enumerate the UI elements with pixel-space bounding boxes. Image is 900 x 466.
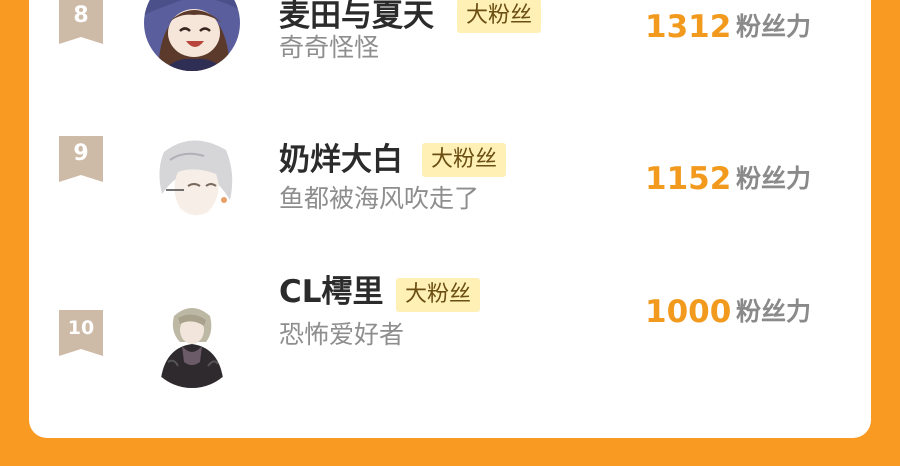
rank-ribbon-icon: 8 (59, 0, 103, 44)
rank-number: 9 (73, 141, 89, 166)
rank-ribbon-icon: 9 (59, 136, 103, 182)
fan-power-score: 1152 (645, 161, 732, 197)
leaderboard-row[interactable]: 9 奶烊大白 大粉丝 鱼都被海风吹走了 1152 粉丝力 (29, 100, 871, 226)
leaderboard-row[interactable]: 10 CL樗里 大粉丝 恐怖爱好者 1000 粉丝力 (29, 250, 871, 388)
user-signature: 鱼都被海风吹走了 (279, 184, 480, 213)
anime-girl-witch-hat-avatar-icon[interactable] (144, 0, 240, 71)
rank-number: 8 (73, 3, 89, 28)
username[interactable]: CL樗里 (279, 272, 384, 312)
username[interactable]: 麦田与夏天 (279, 0, 434, 36)
fan-level-badge: 大粉丝 (396, 278, 481, 312)
fan-power-score: 1312 (645, 9, 732, 45)
fan-power-unit: 粉丝力 (736, 164, 812, 193)
anime-dark-coat-man-avatar-icon[interactable] (144, 292, 240, 388)
user-signature: 奇奇怪怪 (279, 33, 380, 62)
fan-level-badge: 大粉丝 (422, 143, 507, 177)
username[interactable]: 奶烊大白 (279, 140, 403, 180)
fans-leaderboard-card: 8 麦田与夏天 大粉丝 奇奇怪怪 1312 粉丝力 9 奶烊大白 大粉丝 鱼都被… (29, 0, 871, 438)
leaderboard-row[interactable]: 8 麦田与夏天 大粉丝 奇奇怪怪 1312 粉丝力 (29, 0, 871, 100)
fan-power-score: 1000 (645, 294, 732, 330)
fan-power-unit: 粉丝力 (736, 297, 812, 326)
rank-ribbon-icon: 10 (59, 310, 103, 356)
user-signature: 恐怖爱好者 (279, 320, 405, 349)
rank-number: 10 (67, 317, 95, 339)
fan-level-badge: 大粉丝 (457, 0, 542, 33)
fan-power-unit: 粉丝力 (736, 12, 812, 41)
anime-white-hair-boy-avatar-icon[interactable] (144, 130, 240, 226)
